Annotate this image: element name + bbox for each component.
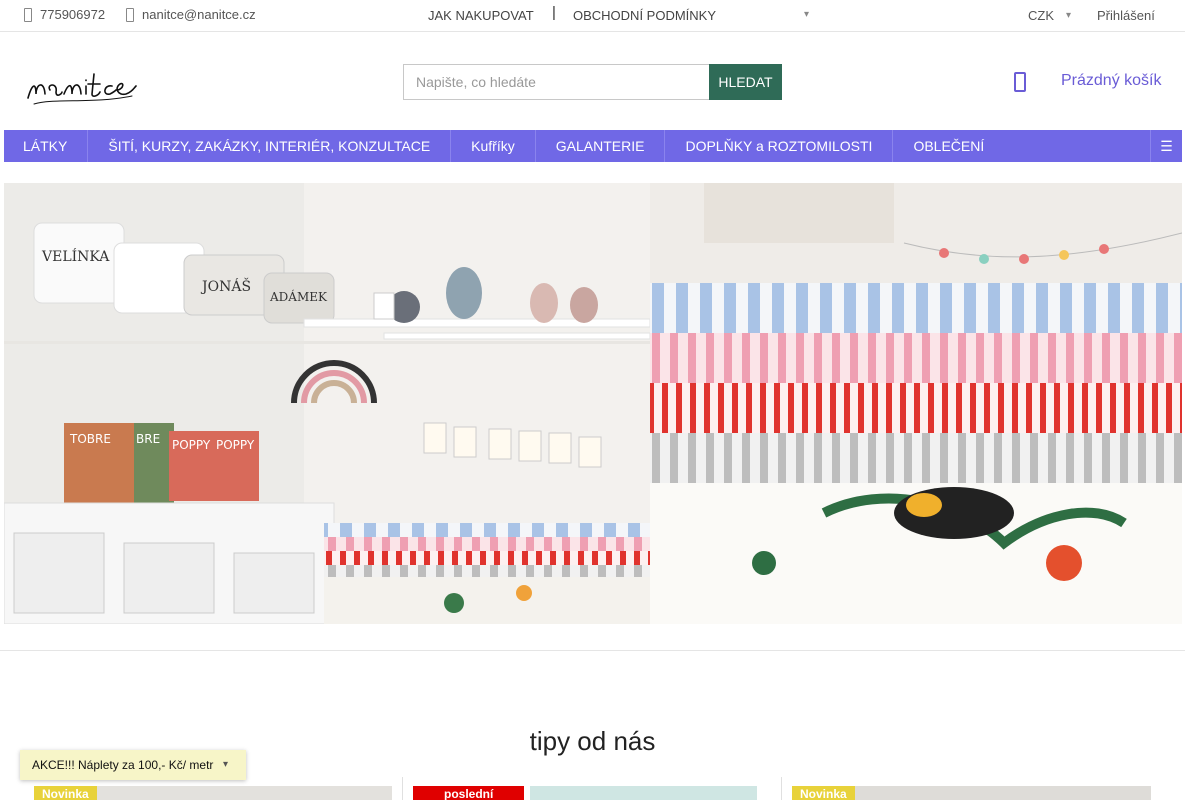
book-label-poppy-1: POPPY [172, 438, 211, 452]
currency-chevron-down-icon[interactable]: ▾ [1066, 10, 1071, 21]
phone-icon [24, 7, 32, 22]
site-logo[interactable] [24, 54, 146, 110]
hero-banner[interactable]: VELÍNKA JONÁŠ ADÁMEK TOBRE BRE POPPY POP… [4, 183, 1182, 624]
nav-item-doplnky[interactable]: DOPLŇKY a ROZTOMILOSTI [665, 130, 894, 162]
topbar-separator: | [552, 4, 556, 21]
phone-number[interactable]: 775906972 [40, 7, 105, 22]
search-input[interactable] [403, 64, 709, 100]
login-link[interactable]: Přihlášení [1097, 8, 1155, 23]
email-contact[interactable]: nanitce@nanitce.cz [126, 7, 256, 22]
badge-last-piece: poslední [413, 786, 525, 800]
case-label-velinka: VELÍNKA [41, 247, 110, 265]
case-label-adamek: ADÁMEK [269, 289, 328, 304]
nav-item-latky[interactable]: LÁTKY [4, 130, 89, 162]
search-button[interactable]: HLEDAT [709, 64, 782, 100]
hero-divider [0, 650, 1185, 651]
product-card[interactable]: Novinka [34, 777, 392, 800]
book-label-poppy-2: POPPY [216, 438, 255, 452]
case-label-jonas: JONÁŠ [200, 277, 251, 295]
phone-contact[interactable]: 775906972 [24, 7, 105, 22]
nav-item-siti[interactable]: ŠITÍ, KURZY, ZAKÁZKY, INTERIÉR, KONZULTA… [88, 130, 452, 162]
nav-item-kufriky[interactable]: Kufříky [451, 130, 536, 162]
search-bar: HLEDAT [403, 64, 782, 100]
more-links-chevron-icon[interactable]: ▾ [804, 9, 809, 20]
promo-chevron-icon[interactable]: ▾ [223, 750, 228, 780]
product-card[interactable]: Novinka [792, 777, 1151, 800]
card-separator [781, 777, 782, 800]
promo-text: AKCE!!! Náplety za 100,- Kč/ metr [32, 758, 214, 772]
product-thumbnail[interactable] [530, 786, 757, 800]
top-bar: 775906972 nanitce@nanitce.cz JAK NAKUPOV… [0, 0, 1185, 32]
product-card[interactable]: poslední [413, 777, 757, 800]
book-label-tobre: TOBRE [69, 432, 111, 446]
book-label-bre: BRE [136, 432, 160, 446]
cart-link[interactable]: Prázdný košík [1061, 72, 1161, 90]
badge-new: Novinka [792, 786, 855, 800]
card-separator [402, 777, 403, 800]
main-navigation: LÁTKY ŠITÍ, KURZY, ZAKÁZKY, INTERIÉR, KO… [4, 130, 1182, 162]
how-to-buy-link[interactable]: JAK NAKUPOVAT [428, 8, 534, 23]
email-icon [126, 7, 134, 22]
badge-new: Novinka [34, 786, 97, 800]
hero-image: VELÍNKA JONÁŠ ADÁMEK TOBRE BRE POPPY POP… [4, 183, 1182, 624]
currency-selector[interactable]: CZK [1028, 8, 1054, 23]
nav-item-obleceni[interactable]: OBLEČENÍ [893, 130, 1004, 162]
nav-menu-icon[interactable]: ☰ [1150, 130, 1182, 162]
cart-icon[interactable] [1014, 72, 1026, 92]
terms-link[interactable]: OBCHODNÍ PODMÍNKY [573, 8, 716, 23]
promo-banner[interactable]: AKCE!!! Náplety za 100,- Kč/ metr ▾ [20, 750, 246, 780]
email-address[interactable]: nanitce@nanitce.cz [142, 7, 256, 22]
nav-item-galanterie[interactable]: GALANTERIE [536, 130, 666, 162]
